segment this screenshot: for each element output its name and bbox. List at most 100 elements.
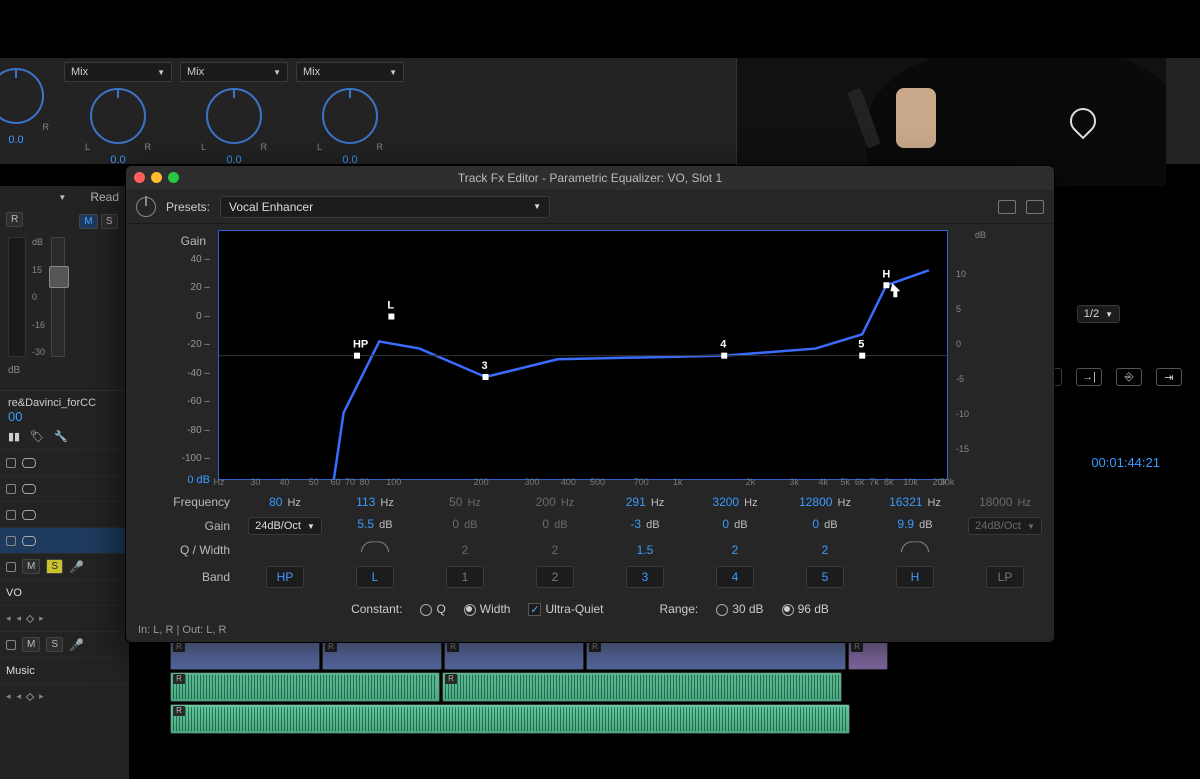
mix-select[interactable]: Mix▼ [180,62,288,82]
gain-value[interactable]: 9.9 dB [870,517,960,535]
eq-chart[interactable]: HPL345H Hz304050607080100200300400500700… [218,230,948,480]
routing-icon[interactable] [998,200,1016,214]
timeline[interactable]: R R R R R R R R [170,640,1200,740]
q-value[interactable] [960,543,1050,558]
gain-value[interactable]: 24dB/Oct ▼ [240,517,330,535]
pan-knob[interactable] [322,88,378,144]
track-label-row[interactable]: VO [0,579,129,605]
solo-button[interactable]: S [46,559,63,574]
track-row[interactable] [0,449,129,475]
q-value[interactable]: 1.5 [600,543,690,558]
r-button[interactable]: R [6,212,23,227]
q-value[interactable]: 2 [510,543,600,558]
gain-value[interactable]: 0 dB [780,517,870,535]
band-button[interactable]: LP [960,566,1050,588]
video-clip[interactable]: R [322,640,442,670]
freq-value[interactable]: 200 Hz [510,495,600,509]
overwrite-button[interactable]: ⇥ [1156,368,1182,386]
gain-value[interactable]: -3 dB [600,517,690,535]
mute-button[interactable]: M [22,559,40,574]
resolution-select[interactable]: 1/2▼ [1077,305,1120,323]
q-value[interactable]: 2 [420,543,510,558]
knob-value[interactable]: 0.0 [110,154,125,166]
lock-icon[interactable] [6,458,16,468]
chevron-down-icon[interactable]: ▼ [58,193,66,202]
close-button[interactable] [134,172,145,183]
lock-icon[interactable] [6,510,16,520]
eq-node-4[interactable] [721,353,727,359]
q-value[interactable]: 2 [780,543,870,558]
pan-knob[interactable] [0,68,44,124]
preset-select[interactable]: Vocal Enhancer▼ [220,196,550,218]
timecode[interactable]: 00:01:44:21 [1091,455,1160,470]
wrench-icon[interactable]: 🔧 [54,430,68,443]
minimize-button[interactable] [151,172,162,183]
band-button[interactable]: 1 [420,566,510,588]
eye-icon[interactable] [22,458,36,468]
band-button[interactable]: L [330,566,420,588]
track-ctrl-row[interactable]: ◂ ◂ ▸ [0,605,129,631]
audio-clip[interactable]: R [170,704,850,734]
fader[interactable] [51,237,65,357]
titlebar[interactable]: Track Fx Editor - Parametric Equalizer: … [126,166,1054,190]
audio-clip[interactable]: R [170,672,440,702]
band-button[interactable]: 5 [780,566,870,588]
lock-icon[interactable] [6,484,16,494]
marker-icon[interactable]: ▮▮ [8,430,20,443]
eq-node-3[interactable] [483,374,489,380]
audio-clip[interactable]: R [442,672,842,702]
video-clip[interactable]: R [848,640,888,670]
freq-value[interactable]: 16321 Hz [870,495,960,509]
range-96-radio[interactable]: 96 dB [782,602,829,616]
gain-value[interactable]: 0 dB [420,517,510,535]
track-row-vo[interactable]: M S 🎤 [0,553,129,579]
step-button[interactable]: →| [1076,368,1102,386]
video-clip[interactable]: R [170,640,320,670]
tag-icon[interactable]: 🏷 [30,430,44,443]
eye-icon[interactable] [22,510,36,520]
project-name[interactable]: re&Davinci_forCC [8,397,121,409]
band-button[interactable]: HP [240,566,330,588]
lock-icon[interactable] [6,562,16,572]
prev-icon[interactable]: ◂ [17,613,22,624]
read-label[interactable]: Read [90,190,119,204]
freq-value[interactable]: 3200 Hz [690,495,780,509]
freq-value[interactable]: 50 Hz [420,495,510,509]
eye-icon[interactable] [22,484,36,494]
q-value[interactable] [240,543,330,558]
band-button[interactable]: 3 [600,566,690,588]
prev-icon[interactable]: ◂ [17,691,22,702]
mute-button[interactable]: M [22,637,40,652]
freq-value[interactable]: 113 Hz [330,495,420,509]
ultra-quiet-checkbox[interactable]: ✓Ultra-Quiet [528,602,603,616]
mic-icon[interactable]: 🎤 [69,638,84,652]
power-button[interactable] [136,197,156,217]
eye-icon[interactable] [22,536,36,546]
solo-button[interactable]: S [46,637,63,652]
q-value[interactable] [870,543,960,558]
track-row[interactable] [0,475,129,501]
track-row-music[interactable]: M S 🎤 [0,631,129,657]
mic-icon[interactable]: 🎤 [69,560,84,574]
video-clip[interactable]: R [586,640,846,670]
knob-value[interactable]: 0.0 [8,134,23,146]
track-row-selected[interactable] [0,527,129,553]
maximize-button[interactable] [168,172,179,183]
mute-button[interactable]: M [79,214,97,229]
next-icon[interactable]: ▸ [39,613,44,624]
gain-value[interactable]: 0 dB [690,517,780,535]
gain-value[interactable]: 0 dB [510,517,600,535]
eq-node-HP[interactable] [354,353,360,359]
freq-value[interactable]: 291 Hz [600,495,690,509]
lock-icon[interactable] [6,536,16,546]
window-icon[interactable] [1026,200,1044,214]
freq-value[interactable]: 18000 Hz [960,495,1050,509]
gain-value[interactable]: 24dB/Oct ▼ [960,517,1050,535]
q-value[interactable]: 2 [690,543,780,558]
track-row[interactable] [0,501,129,527]
keyframe-icon[interactable] [26,614,34,622]
pan-knob[interactable] [206,88,262,144]
eq-node-L[interactable] [388,314,394,320]
range-30-radio[interactable]: 30 dB [716,602,763,616]
gain-value[interactable]: 5.5 dB [330,517,420,535]
